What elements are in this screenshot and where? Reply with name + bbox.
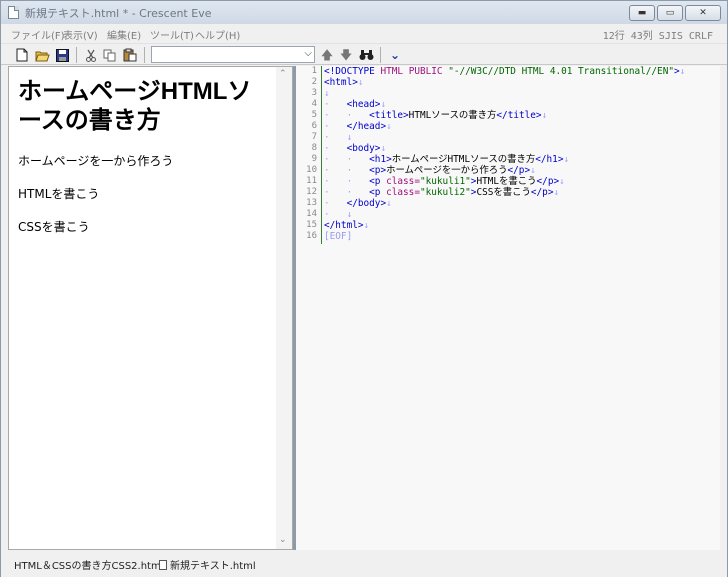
menu-help[interactable]: ヘルプ(H) [195,27,240,42]
more-button[interactable]: ⌄ [387,47,403,63]
save-button[interactable] [54,47,70,63]
menu-tools[interactable]: ツール(T) [150,27,194,42]
line-number: 4 [311,99,317,109]
chevron-down-icon: ⌄ [389,48,401,62]
close-button[interactable]: ✕ [685,5,721,21]
find-button[interactable] [358,47,374,63]
code-line: · </body>↓ [324,198,392,209]
scissors-icon [86,49,96,62]
minimize-icon: ▬ [637,8,647,18]
code-line: · </head>↓ [324,121,392,132]
code-line: ↓ [324,88,330,99]
down-arrow-icon: 🡇 [339,48,353,62]
menu-view[interactable]: 表示(V) [63,27,98,42]
code-line: </html>↓ [324,220,370,231]
tab-label: 新規テキスト.html [170,561,256,572]
preview-pane: ホームページHTMLソースの書き方 ホームページを一から作ろう HTMLを書こう… [8,66,293,550]
toolbar-separator [380,47,381,63]
code-line: · · <h1>ホームページHTMLソースの書き方</h1>↓ [324,154,570,165]
title-bar: 新規テキスト.html * - Crescent Eve ▬ ▭ ✕ [1,1,727,24]
menu-bar: ファイル(F) 表示(V) 編集(E) ツール(T) ヘルプ(H) 12行 43… [1,24,727,42]
window-title: 新規テキスト.html * - Crescent Eve [25,7,212,20]
search-combo[interactable]: ⌵ [151,46,315,63]
document-icon [8,6,19,19]
window-controls: ▬ ▭ ✕ [629,5,721,21]
search-up-button[interactable]: 🡅 [319,47,335,63]
code-line: <html>↓ [324,77,364,88]
up-arrow-icon: 🡅 [320,48,334,62]
search-down-button[interactable]: 🡇 [338,47,354,63]
line-number: 15 [306,220,317,230]
line-number: 9 [311,154,317,164]
preview-heading: ホームページHTMLソースの書き方 [18,78,252,134]
line-number: 12 [306,187,317,197]
tab-new-text[interactable]: 新規テキスト.html [159,557,256,572]
code-line: · <body>↓ [324,143,387,154]
line-number: 2 [311,77,317,87]
eof-marker: [EOF] [324,231,353,242]
code-line: · · <title>HTMLソースの書き方</title>↓ [324,110,548,121]
maximize-button[interactable]: ▭ [657,5,683,21]
preview-paragraph: ホームページを一から作ろう [18,154,174,168]
tab-html-css-css2[interactable]: HTML＆CSSの書き方CSS2.html [14,557,164,572]
code-line: · · <p class="kukuli1">HTMLを書こう</p>↓ [324,176,565,187]
preview-content: ホームページHTMLソースの書き方 ホームページを一から作ろう HTMLを書こう… [18,77,268,251]
document-icon [159,560,167,570]
line-number: 7 [311,132,317,142]
code-line: · <head>↓ [324,99,387,110]
paste-button[interactable] [122,47,138,63]
code-line: · · <p>ホームページを一から作ろう</p>↓ [324,165,536,176]
open-folder-icon [34,51,50,61]
code-editor[interactable]: 1 2 3 4 5 6 7 8 9 10 11 12 13 14 15 16 <… [296,66,720,550]
minimize-button[interactable]: ▬ [629,5,655,21]
line-number-gutter: 1 2 3 4 5 6 7 8 9 10 11 12 13 14 15 16 [296,66,321,550]
copy-button[interactable] [102,47,118,63]
line-number: 5 [311,110,317,120]
cursor-status: 12行 43列 SJIS CRLF [602,31,713,42]
code-line: · ↓ [324,132,353,143]
menu-file[interactable]: ファイル(F) [11,27,65,42]
cut-button[interactable] [83,47,99,63]
line-number: 11 [306,176,317,186]
menu-edit[interactable]: 編集(E) [107,27,141,42]
toolbar-separator [144,47,145,63]
preview-paragraph: CSSを書こう [18,220,90,234]
app-window: 新規テキスト.html * - Crescent Eve ▬ ▭ ✕ ファイル(… [0,0,728,577]
copy-icon [103,49,116,61]
line-number: 6 [311,121,317,131]
line-number: 14 [306,209,317,219]
chevron-up-icon[interactable]: ⌃ [279,69,287,79]
toolbar-separator [76,47,77,63]
code-line: · · <p class="kukuli2">CSSを書こう</p>↓ [324,187,560,198]
document-tab-bar: HTML＆CSSの書き方CSS2.html 新規テキスト.html [1,551,727,577]
paste-icon [123,48,137,62]
toolbar: ⌵ 🡅 🡇 ⌄ [1,43,727,65]
preview-paragraph: HTMLを書こう [18,187,100,201]
line-number: 13 [306,198,317,208]
line-number: 3 [311,88,317,98]
code-line: · ↓ [324,209,353,220]
chevron-down-icon[interactable]: ⌵ [304,48,312,59]
binoculars-icon [359,50,373,60]
new-file-button[interactable] [14,47,30,63]
code-line: <!DOCTYPE HTML PUBLIC "-//W3C//DTD HTML … [324,66,686,77]
maximize-icon: ▭ [665,8,675,18]
line-number: 16 [306,231,317,241]
line-number: 1 [311,66,317,76]
open-button[interactable] [34,47,50,63]
chevron-down-icon[interactable]: ⌄ [279,535,287,545]
new-file-icon [16,48,28,62]
line-number: 10 [306,165,317,175]
save-icon [55,48,69,62]
line-number: 8 [311,143,317,153]
close-icon: ✕ [699,8,707,18]
preview-scrollbar[interactable]: ⌃ ⌄ [276,67,292,549]
gutter-divider [321,66,322,244]
